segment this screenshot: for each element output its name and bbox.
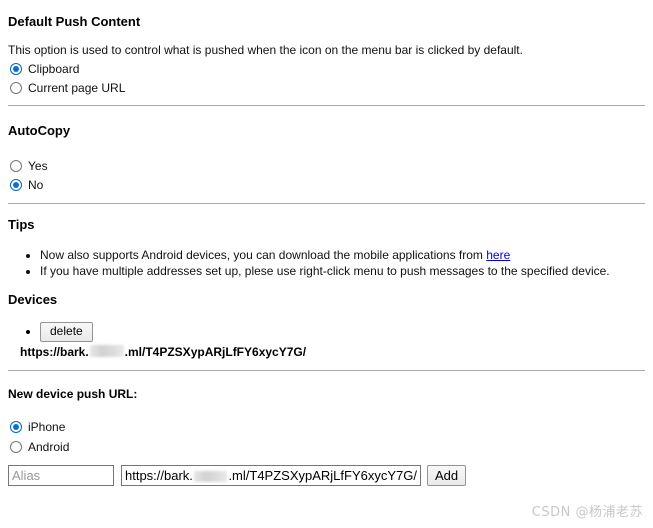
add-device-button[interactable]: Add [427, 465, 467, 486]
radio-option-android[interactable]: Android [8, 439, 645, 455]
tips-list: Now also supports Android devices, you c… [8, 247, 645, 279]
device-url: https://bark. .ml/T4PZSXypARjLfFY6xycY7G/ [20, 344, 645, 359]
radio-icon-current-page-url[interactable] [10, 82, 22, 94]
radio-icon-autocopy-no[interactable] [10, 179, 22, 191]
radio-icon-clipboard[interactable] [10, 63, 22, 75]
radio-label-autocopy-yes: Yes [28, 159, 48, 173]
delete-device-button[interactable]: delete [40, 322, 93, 342]
radio-option-clipboard[interactable]: Clipboard [8, 61, 645, 77]
alias-input[interactable] [8, 465, 114, 486]
list-item: delete https://bark. .ml/T4PZSXypARjLfFY6… [20, 322, 645, 359]
tip-text-1: Now also supports Android devices, you c… [40, 248, 487, 262]
download-here-link[interactable]: here [486, 248, 510, 262]
tip-text-2: If you have multiple addresses set up, p… [40, 264, 610, 278]
device-url-suffix: .ml/T4PZSXypARjLfFY6xycY7G/ [124, 345, 307, 359]
new-device-label: New device push URL: [8, 387, 138, 401]
page-title: Default Push Content [8, 14, 141, 29]
radio-label-autocopy-no: No [28, 178, 44, 192]
radio-label-iphone: iPhone [28, 420, 66, 434]
radio-option-iphone[interactable]: iPhone [8, 419, 645, 435]
radio-icon-android[interactable] [10, 441, 22, 453]
push-url-prefix: https://bark. [125, 468, 193, 483]
section-title-devices: Devices [8, 292, 58, 307]
radio-icon-iphone[interactable] [10, 421, 22, 433]
section-title-autocopy: AutoCopy [8, 123, 71, 138]
radio-label-current-page-url: Current page URL [28, 81, 126, 95]
settings-page: Default Push Content This option is used… [0, 0, 653, 486]
radio-option-current-page-url[interactable]: Current page URL [8, 80, 645, 96]
radio-option-autocopy-yes[interactable]: Yes [8, 158, 645, 174]
radio-option-autocopy-no[interactable]: No [8, 177, 645, 193]
devices-list: delete https://bark. .ml/T4PZSXypARjLfFY6… [8, 322, 645, 359]
device-url-prefix: https://bark. [20, 345, 89, 359]
list-item: Now also supports Android devices, you c… [40, 247, 645, 263]
radio-label-android: Android [28, 440, 70, 454]
list-item: If you have multiple addresses set up, p… [40, 263, 645, 279]
new-device-form: https://bark. .ml/T4PZSXypARjLfFY6xycY7G/… [8, 465, 645, 486]
push-url-suffix: .ml/T4PZSXypARjLfFY6xycY7G/ [228, 468, 417, 483]
default-push-description: This option is used to control what is p… [8, 43, 523, 57]
section-title-tips: Tips [8, 217, 35, 232]
watermark: CSDN @杨浦老苏 [531, 505, 643, 520]
redacted-icon [193, 471, 228, 482]
radio-label-clipboard: Clipboard [28, 62, 80, 76]
push-url-input[interactable]: https://bark. .ml/T4PZSXypARjLfFY6xycY7G/ [121, 465, 421, 486]
radio-icon-autocopy-yes[interactable] [10, 160, 22, 172]
redacted-icon [89, 345, 124, 357]
